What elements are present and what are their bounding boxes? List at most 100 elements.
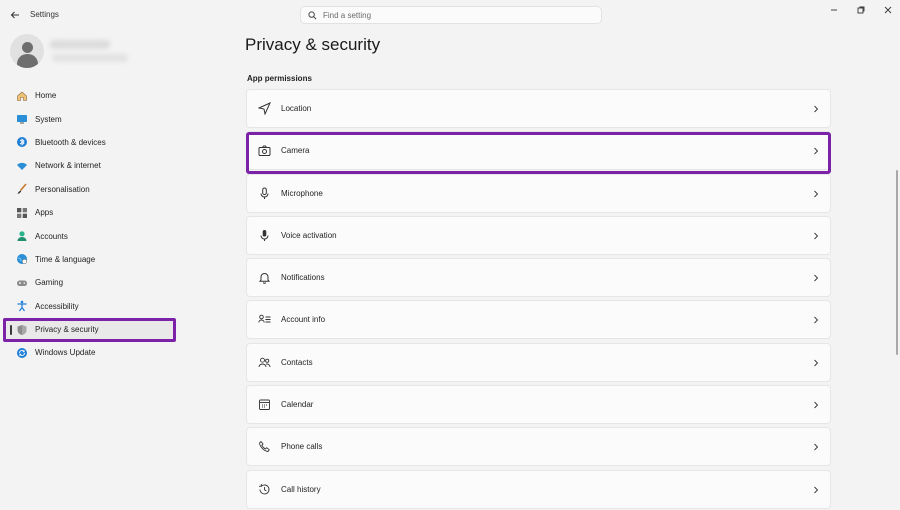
gamepad-icon	[15, 276, 28, 289]
sidebar-item-time-language[interactable]: Time & language	[6, 248, 176, 271]
permission-label: Phone calls	[281, 442, 323, 452]
permission-row-call-history[interactable]: Call history	[246, 469, 831, 509]
page-title: Privacy & security	[245, 35, 381, 54]
permission-row-voice-activation[interactable]: Voice activation	[246, 215, 831, 255]
permission-label: Camera	[281, 146, 310, 156]
selected-indicator	[10, 324, 12, 335]
permission-row-microphone[interactable]: Microphone	[246, 173, 831, 213]
permission-label: Call history	[281, 484, 321, 494]
permission-row-camera[interactable]: Camera	[246, 131, 831, 171]
sidebar-item-personalisation[interactable]: Personalisation	[6, 178, 176, 201]
location-icon	[257, 102, 271, 116]
restore-icon	[857, 6, 865, 14]
permission-label: Calendar	[281, 400, 314, 410]
home-icon	[15, 89, 28, 102]
sidebar-item-apps[interactable]: Apps	[6, 201, 176, 224]
permission-row-phone-calls[interactable]: Phone calls	[246, 427, 831, 467]
blurred-account-email	[52, 54, 128, 62]
system-icon	[15, 113, 28, 126]
back-button[interactable]	[8, 8, 22, 22]
camera-icon	[257, 144, 271, 158]
permission-label: Location	[281, 104, 312, 113]
title-bar: Settings	[0, 0, 900, 30]
microphone-icon	[257, 186, 271, 200]
sidebar-item-windows-update[interactable]: Windows Update	[6, 341, 176, 364]
permission-label: Microphone	[281, 188, 323, 198]
sidebar-item-label: Privacy & security	[35, 325, 99, 335]
sidebar-item-accessibility[interactable]: Accessibility	[6, 295, 176, 318]
chevron-right-icon	[812, 273, 820, 283]
globe-clock-icon	[15, 253, 28, 266]
permission-label: Account info	[281, 315, 326, 325]
sidebar-item-accounts[interactable]: Accounts	[6, 224, 176, 247]
avatar-head	[22, 42, 33, 53]
permission-row-location[interactable]: Location	[246, 89, 831, 128]
wifi-icon	[15, 159, 28, 172]
account-info-icon	[257, 313, 271, 327]
sidebar-item-privacy-security[interactable]: Privacy & security	[6, 317, 176, 342]
section-header-app-permissions: App permissions	[247, 74, 312, 83]
sidebar-item-system[interactable]: System	[6, 107, 176, 130]
blurred-account-name	[50, 40, 110, 49]
chevron-right-icon	[812, 104, 820, 114]
sidebar-item-label: Time & language	[35, 254, 96, 264]
calendar-icon	[257, 398, 271, 412]
accounts-icon	[15, 230, 28, 243]
chevron-right-icon	[812, 189, 820, 199]
minimize-icon	[831, 9, 837, 11]
search-box[interactable]	[300, 6, 602, 24]
accessibility-icon	[15, 300, 28, 313]
app-permissions-list: Location Camera Microphone Voice activat…	[246, 89, 831, 510]
sidebar-item-label: Home	[35, 91, 57, 101]
permission-label: Notifications	[281, 273, 325, 283]
close-button[interactable]	[877, 3, 899, 17]
bell-icon	[257, 271, 271, 285]
minimize-button[interactable]	[823, 3, 845, 17]
permission-row-account-info[interactable]: Account info	[246, 300, 831, 340]
avatar-body	[17, 54, 38, 68]
apps-icon	[15, 206, 28, 219]
chevron-right-icon	[812, 485, 820, 495]
sidebar-item-label: Bluetooth & devices	[35, 137, 106, 147]
update-icon	[15, 346, 28, 359]
sidebar-item-label: Network & internet	[35, 161, 101, 171]
sidebar-item-network[interactable]: Network & internet	[6, 154, 176, 177]
brush-icon	[15, 183, 28, 196]
call-history-icon	[257, 482, 271, 496]
search-input[interactable]	[323, 10, 601, 20]
back-arrow-icon	[10, 11, 19, 19]
search-icon	[308, 10, 317, 19]
sidebar-item-label: Personalisation	[35, 184, 90, 194]
sidebar-item-label: Apps	[35, 208, 54, 218]
sidebar-item-label: Accounts	[35, 231, 68, 241]
close-icon	[884, 6, 892, 14]
shield-icon	[15, 323, 28, 336]
chevron-right-icon	[812, 315, 820, 325]
chevron-right-icon	[812, 231, 820, 241]
scrollbar[interactable]	[896, 170, 898, 355]
sidebar-item-label: Windows Update	[35, 348, 96, 358]
sidebar-item-label: Accessibility	[35, 301, 79, 311]
sidebar-item-gaming[interactable]: Gaming	[6, 271, 176, 294]
sidebar: Home System Bluetooth & devices Network …	[6, 84, 176, 365]
sidebar-item-bluetooth[interactable]: Bluetooth & devices	[6, 131, 176, 154]
voice-activation-icon	[257, 228, 271, 242]
permission-row-notifications[interactable]: Notifications	[246, 258, 831, 298]
chevron-right-icon	[812, 400, 820, 410]
sidebar-item-label: System	[35, 114, 62, 124]
permission-row-calendar[interactable]: Calendar	[246, 385, 831, 425]
sidebar-item-label: Gaming	[35, 278, 64, 288]
sidebar-item-home[interactable]: Home	[6, 84, 176, 107]
app-title: Settings	[30, 10, 59, 19]
bluetooth-icon	[15, 136, 28, 149]
permission-label: Contacts	[281, 357, 313, 367]
chevron-right-icon	[812, 442, 820, 452]
permission-row-contacts[interactable]: Contacts	[246, 342, 831, 382]
contacts-icon	[257, 355, 271, 369]
permission-label: Voice activation	[281, 230, 337, 240]
phone-icon	[257, 440, 271, 454]
chevron-right-icon	[812, 358, 820, 368]
avatar[interactable]	[10, 34, 44, 68]
chevron-right-icon	[812, 146, 820, 156]
restore-button[interactable]	[850, 3, 872, 17]
